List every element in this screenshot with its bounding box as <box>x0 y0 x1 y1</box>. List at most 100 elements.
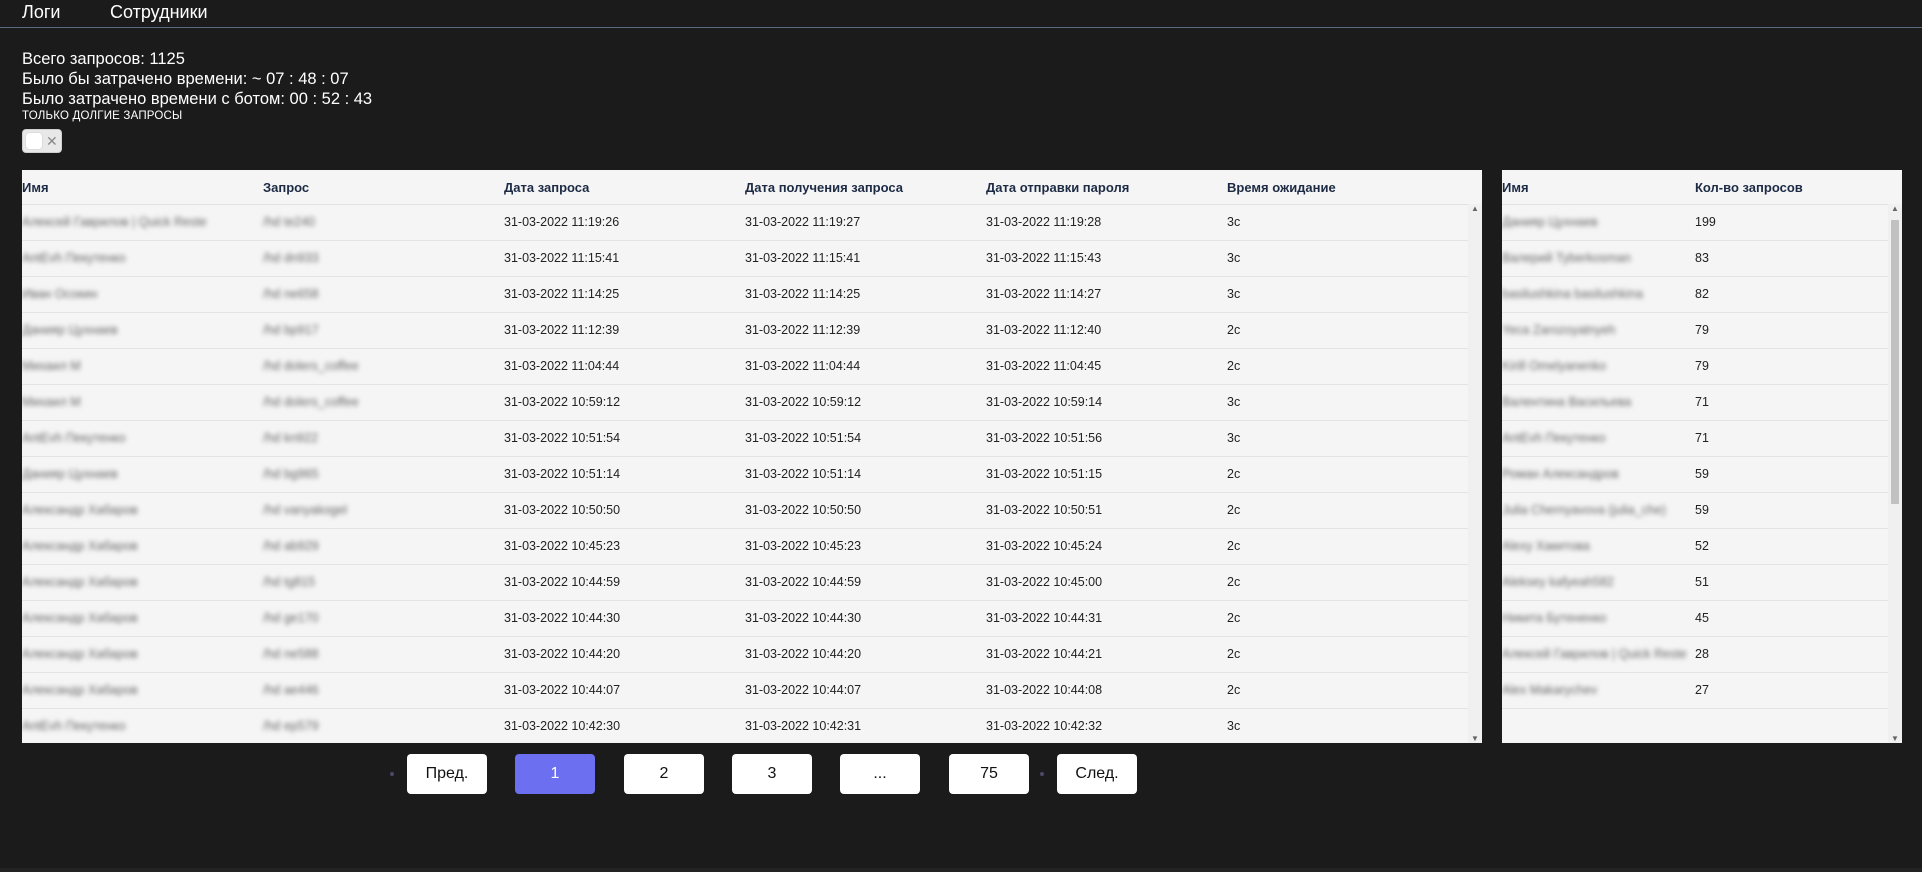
employees-scrollbar[interactable]: ▲ ▼ <box>1888 204 1902 743</box>
table-row[interactable]: Валерий Tyberkosman 83 <box>1502 240 1888 277</box>
header-wait-time[interactable]: Время ожидание <box>1227 170 1468 205</box>
long-requests-toggle[interactable]: ✕ <box>22 129 62 153</box>
cell-request-count: 71 <box>1695 384 1888 421</box>
table-row[interactable]: Валентина Васильева 71 <box>1502 384 1888 421</box>
cell-request-count: 28 <box>1695 636 1888 673</box>
table-row[interactable]: Александр Хабаров/hd ge170 31-03-2022 10:… <box>22 600 1468 637</box>
cell-request: /hd bg965 <box>263 456 504 493</box>
cell-wait-time: 2с <box>1227 528 1468 565</box>
stats-block: Всего запросов: 1125 Было бы затрачено в… <box>22 49 372 109</box>
cell-name: Иван Осокин <box>22 276 263 313</box>
table-row[interactable]: AntEvh Пекутенко/hd dn933 31-03-2022 11:1… <box>22 240 1468 277</box>
next-page-button[interactable]: След. <box>1057 754 1137 794</box>
cell-request: /hd ne658 <box>263 276 504 313</box>
table-row[interactable]: Александр Хабаров/hd vanyakogel 31-03-202… <box>22 492 1468 529</box>
page-ellipsis-button[interactable]: ... <box>840 754 920 794</box>
header-employee-name[interactable]: Имя <box>1502 170 1695 205</box>
header-request[interactable]: Запрос <box>263 170 504 205</box>
table-row[interactable]: Kirill Omelyanenko 79 <box>1502 348 1888 385</box>
header-request-count[interactable]: Кол-во запросов <box>1695 170 1888 205</box>
pagination-dot <box>1040 772 1044 776</box>
header-request-date[interactable]: Дата запроса <box>504 170 745 205</box>
cell-password-sent-date: 31-03-2022 10:51:56 <box>986 420 1227 457</box>
cell-password-sent-date: 31-03-2022 10:44:21 <box>986 636 1227 673</box>
cell-request: /hd ab929 <box>263 528 504 565</box>
cell-employee-name: Валерий Tyberkosman <box>1502 240 1695 277</box>
table-row[interactable]: Alexy Хакитова 52 <box>1502 528 1888 565</box>
nav-employees-link[interactable]: Сотрудники <box>110 2 208 23</box>
cell-name: Михаил М <box>22 384 263 421</box>
table-row[interactable]: Михаил М/hd dolers_coffee 31-03-2022 11:0… <box>22 348 1468 385</box>
scroll-thumb[interactable] <box>1891 220 1899 504</box>
table-row[interactable]: Данияр Цухнаев 199 <box>1502 204 1888 241</box>
cell-request-date: 31-03-2022 11:12:39 <box>504 312 745 349</box>
logs-scrollbar[interactable]: ▲ ▼ <box>1468 204 1482 743</box>
cell-request-count: 27 <box>1695 672 1888 709</box>
cell-wait-time: 2с <box>1227 492 1468 529</box>
total-requests: Всего запросов: 1125 <box>22 50 185 68</box>
cell-request-date: 31-03-2022 10:44:59 <box>504 564 745 601</box>
table-row[interactable]: Роман Александров 59 <box>1502 456 1888 493</box>
cell-name: Алексей Гаврилов | Quick Reste <box>22 204 263 241</box>
page-button-3[interactable]: 3 <box>732 754 812 794</box>
table-row[interactable]: Александр Хабаров/hd tg815 31-03-2022 10:… <box>22 564 1468 601</box>
cell-name: Михаил М <box>22 348 263 385</box>
table-row[interactable]: AntEvh Пекутенко 71 <box>1502 420 1888 457</box>
scroll-up-icon[interactable]: ▲ <box>1888 204 1902 213</box>
cell-request-date: 31-03-2022 11:14:25 <box>504 276 745 313</box>
table-row[interactable]: Yeca Zarozoyatnyeh 79 <box>1502 312 1888 349</box>
cell-received-date: 31-03-2022 10:50:50 <box>745 492 986 529</box>
cell-received-date: 31-03-2022 10:59:12 <box>745 384 986 421</box>
cell-request-date: 31-03-2022 10:59:12 <box>504 384 745 421</box>
table-row[interactable]: basilushkina basilushkina 82 <box>1502 276 1888 313</box>
scroll-down-icon[interactable]: ▼ <box>1888 734 1902 743</box>
cell-password-sent-date: 31-03-2022 11:12:40 <box>986 312 1227 349</box>
cell-wait-time: 2с <box>1227 600 1468 637</box>
table-row[interactable]: Данияр Цухнаев/hd bg965 31-03-2022 10:51:… <box>22 456 1468 493</box>
prev-page-button[interactable]: Пред. <box>407 754 487 794</box>
cell-password-sent-date: 31-03-2022 10:44:31 <box>986 600 1227 637</box>
table-row[interactable]: Александр Хабаров/hd ne588 31-03-2022 10:… <box>22 636 1468 673</box>
cell-password-sent-date: 31-03-2022 11:19:28 <box>986 204 1227 241</box>
cell-password-sent-date: 31-03-2022 10:45:00 <box>986 564 1227 601</box>
page-button-1[interactable]: 1 <box>515 754 595 794</box>
employees-table: Имя Кол-во запросов Данияр Цухнаев 199 Вал… <box>1502 170 1888 709</box>
cell-name: Александр Хабаров <box>22 564 263 601</box>
cell-name: Александр Хабаров <box>22 492 263 529</box>
cell-employee-name: Никита Бутененко <box>1502 600 1695 637</box>
page-button-2[interactable]: 2 <box>624 754 704 794</box>
table-row[interactable]: Alex Makarychev 27 <box>1502 672 1888 709</box>
cell-request: /hd vanyakogel <box>263 492 504 529</box>
table-row[interactable]: Иван Осокин/hd ne658 31-03-2022 11:14:25 3… <box>22 276 1468 313</box>
cell-password-sent-date: 31-03-2022 11:04:45 <box>986 348 1227 385</box>
table-row[interactable]: Александр Хабаров/hd ab929 31-03-2022 10:… <box>22 528 1468 565</box>
table-row[interactable]: Никита Бутененко 45 <box>1502 600 1888 637</box>
scroll-up-icon[interactable]: ▲ <box>1468 204 1482 213</box>
table-row[interactable]: Михаил М/hd dolers_coffee 31-03-2022 10:5… <box>22 384 1468 421</box>
table-row[interactable]: AntEvh Пекутенко/hd kn922 31-03-2022 10:5… <box>22 420 1468 457</box>
header-password-sent-date[interactable]: Дата отправки пароля <box>986 170 1227 205</box>
cell-password-sent-date: 31-03-2022 10:42:32 <box>986 708 1227 743</box>
table-row[interactable]: Julia Chernyavova (julia_che) 59 <box>1502 492 1888 529</box>
table-row[interactable]: Александр Хабаров/hd ae446 31-03-2022 10:… <box>22 672 1468 709</box>
cell-request-count: 71 <box>1695 420 1888 457</box>
nav-logs-link[interactable]: Логи <box>22 2 60 23</box>
cell-employee-name: Валентина Васильева <box>1502 384 1695 421</box>
cell-wait-time: 3с <box>1227 384 1468 421</box>
cell-received-date: 31-03-2022 11:04:44 <box>745 348 986 385</box>
table-row[interactable]: AntEvh Пекутенко/hd ep579 31-03-2022 10:4… <box>22 708 1468 743</box>
header-received-date[interactable]: Дата получения запроса <box>745 170 986 205</box>
header-name[interactable]: Имя <box>22 170 263 205</box>
table-row[interactable]: Данияр Цухнаев/hd bp917 31-03-2022 11:12:… <box>22 312 1468 349</box>
table-row[interactable]: Aleksey kafyeah582 51 <box>1502 564 1888 601</box>
cell-employee-name: Alex Makarychev <box>1502 672 1695 709</box>
cell-request: /hd dolers_coffee <box>263 384 504 421</box>
page-button-75[interactable]: 75 <box>949 754 1029 794</box>
cell-password-sent-date: 31-03-2022 11:14:27 <box>986 276 1227 313</box>
cell-request: /hd ae446 <box>263 672 504 709</box>
cell-received-date: 31-03-2022 10:45:23 <box>745 528 986 565</box>
table-row[interactable]: Алексей Гаврилов | Quick Reste 28 <box>1502 636 1888 673</box>
cell-name: AntEvh Пекутенко <box>22 240 263 277</box>
table-row[interactable]: Алексей Гаврилов | Quick Reste/hd te240 3… <box>22 204 1468 241</box>
scroll-down-icon[interactable]: ▼ <box>1468 734 1482 743</box>
